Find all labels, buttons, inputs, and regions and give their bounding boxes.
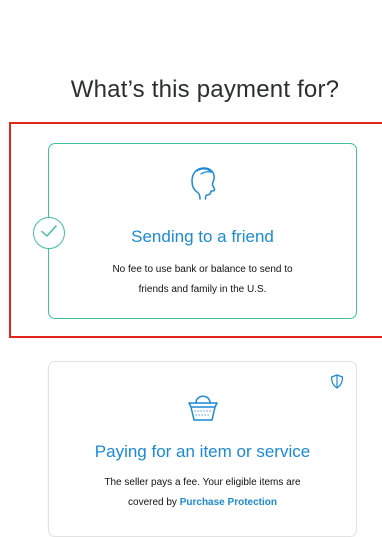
option-card-service[interactable]: Paying for an item or service The seller… xyxy=(48,361,357,537)
description-line: No fee to use bank or balance to send to xyxy=(112,264,293,275)
selected-check-indicator xyxy=(33,217,65,249)
checkmark-icon xyxy=(40,224,58,243)
option-title-service: Paying for an item or service xyxy=(94,442,311,461)
option-description-friend: No fee to use bank or balance to send to… xyxy=(61,260,344,300)
purchase-protection-link[interactable]: Purchase Protection xyxy=(180,497,277,508)
shopping-basket-icon xyxy=(186,388,220,429)
shield-icon[interactable] xyxy=(330,374,344,394)
description-line: The seller pays a fee. Your eligible ite… xyxy=(104,477,301,488)
option-card-friend[interactable]: Sending to a friend No fee to use bank o… xyxy=(48,143,357,319)
description-line: covered by Purchase Protection xyxy=(61,493,344,513)
page-title: What’s this payment for? xyxy=(70,76,340,103)
description-prefix: covered by xyxy=(128,497,180,508)
person-silhouette-icon xyxy=(188,162,218,207)
option-description-service: The seller pays a fee. Your eligible ite… xyxy=(61,473,344,513)
option-title-friend: Sending to a friend xyxy=(131,227,274,246)
description-line: friends and family in the U.S. xyxy=(138,284,267,295)
